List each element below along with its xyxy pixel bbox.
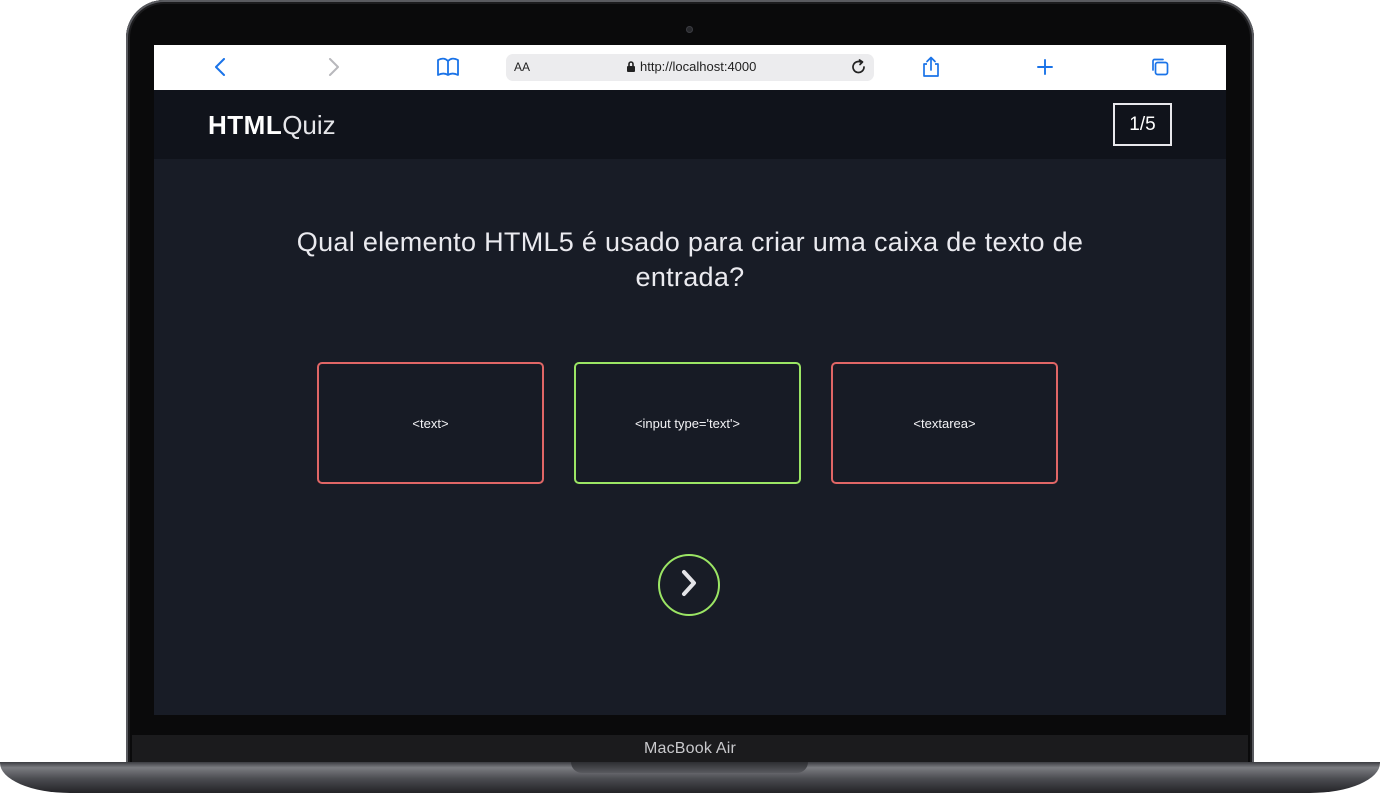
device-label: MacBook Air: [643, 740, 736, 757]
new-tab-icon[interactable]: [1032, 55, 1058, 79]
url-text: http://localhost:4000: [640, 59, 757, 74]
answer-option-label: <input type='text'>: [634, 415, 741, 431]
reload-icon[interactable]: [850, 58, 868, 79]
laptop-notch: [571, 762, 808, 773]
logo-bold: HTML: [208, 110, 283, 140]
answer-option-label: <text>: [412, 415, 449, 431]
forward-icon[interactable]: [321, 55, 347, 79]
answer-option-label: <textarea>: [913, 415, 976, 431]
chevron-right-icon: [679, 568, 699, 603]
bookmarks-icon[interactable]: [435, 55, 461, 79]
back-icon[interactable]: [207, 55, 233, 79]
tabs-icon[interactable]: [1147, 55, 1173, 79]
screen: AA http://localhost:4000 HTMLQuiz 1/5 Qu…: [154, 45, 1226, 715]
share-icon[interactable]: [918, 55, 944, 79]
question-text: Qual elemento HTML5 é usado para criar u…: [296, 227, 1084, 292]
answer-option-2[interactable]: <input type='text'>: [574, 362, 801, 484]
browser-toolbar: AA http://localhost:4000: [154, 45, 1226, 91]
question-counter: 1/5: [1113, 103, 1172, 146]
text-size-button[interactable]: AA: [514, 60, 530, 74]
app-header: HTMLQuiz 1/5: [154, 90, 1226, 159]
app-logo: HTMLQuiz: [208, 110, 336, 141]
answer-option-3[interactable]: <textarea>: [831, 362, 1058, 484]
next-question-button[interactable]: [658, 554, 720, 616]
lock-icon: [626, 60, 636, 76]
answer-option-1[interactable]: <text>: [317, 362, 544, 484]
logo-light: Quiz: [282, 110, 336, 140]
camera-icon: [686, 26, 693, 33]
address-bar[interactable]: AA http://localhost:4000: [506, 54, 874, 81]
